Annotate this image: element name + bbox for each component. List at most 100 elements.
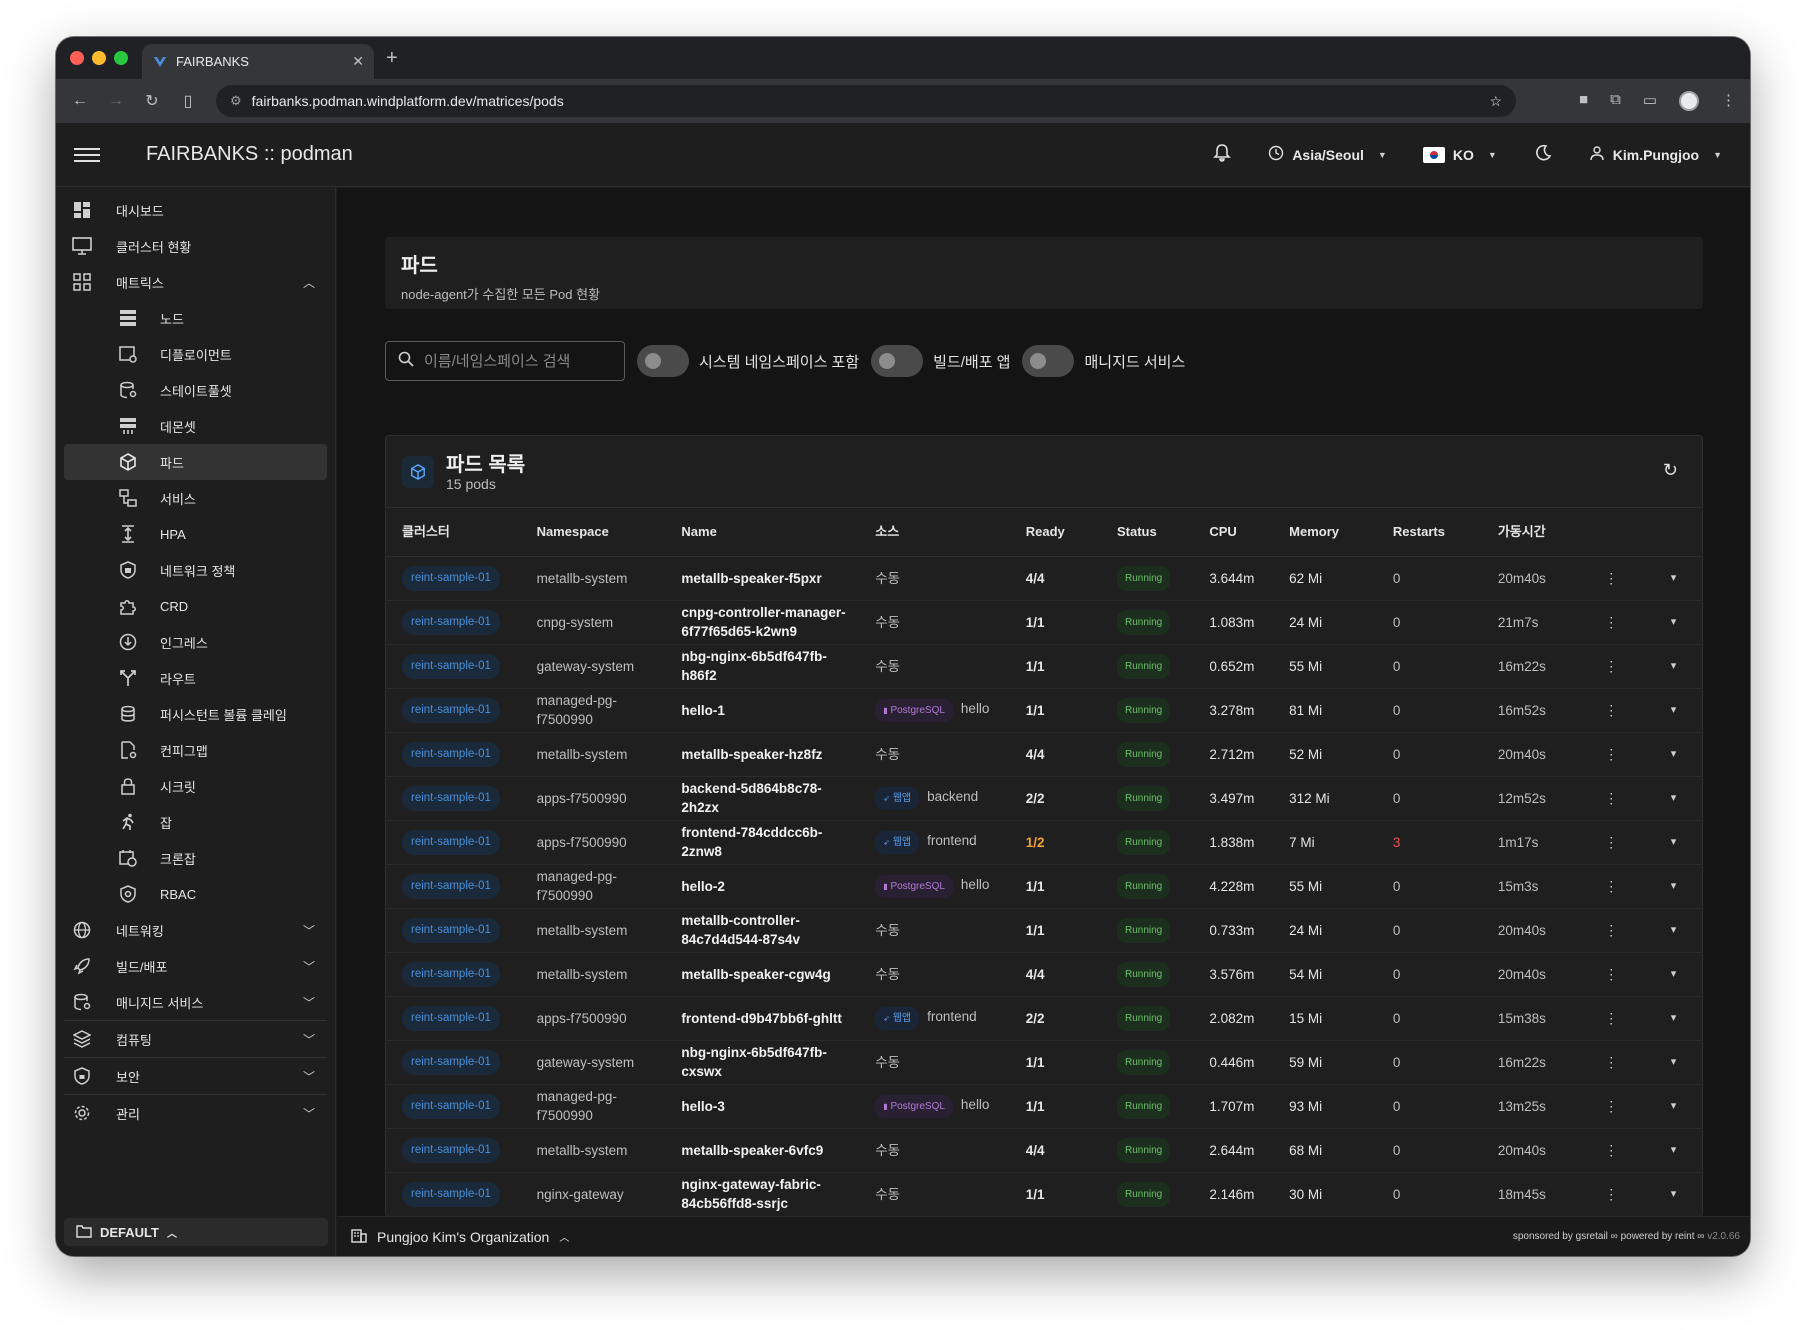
- sidebar-group-security[interactable]: 보안 ﹀: [56, 1058, 335, 1094]
- forward-icon[interactable]: →: [98, 92, 134, 110]
- browser-menu-icon[interactable]: ⋮: [1721, 91, 1736, 111]
- sidebar-item-matrix[interactable]: 매트릭스 ︿: [56, 264, 335, 300]
- maximize-window-button[interactable]: [114, 51, 128, 65]
- extension-icon[interactable]: ■: [1579, 91, 1588, 111]
- col-header-uptime[interactable]: 가동시간: [1481, 508, 1578, 557]
- notification-bell-icon[interactable]: [1212, 143, 1232, 166]
- sidebar-group-computing[interactable]: 컴퓨팅 ﹀: [56, 1021, 335, 1057]
- expand-chevron-icon[interactable]: ▾: [1636, 1040, 1702, 1085]
- sidebar-item-secrets[interactable]: 시크릿: [56, 768, 335, 804]
- expand-chevron-icon[interactable]: ▾: [1636, 952, 1702, 997]
- sidebar-item-ingress[interactable]: 인그레스: [56, 624, 335, 660]
- sidebar-group-build-deploy[interactable]: 빌드/배포 ﹀: [56, 948, 335, 984]
- table-row[interactable]: reint-sample-01 managed-pg-f7500990 hello-…: [386, 688, 1702, 733]
- toggle-managed-services[interactable]: 매니지드 서비스: [1022, 345, 1185, 377]
- table-row[interactable]: reint-sample-01 apps-f7500990 frontend-784…: [386, 820, 1702, 865]
- table-row[interactable]: reint-sample-01 managed-pg-f7500990 hello-…: [386, 1084, 1702, 1129]
- col-header-name[interactable]: Name: [665, 508, 860, 557]
- organization-select[interactable]: Pungjoo Kim's Organization ︿: [351, 1227, 569, 1246]
- table-row[interactable]: reint-sample-01 nginx-gateway nginx-gatewa…: [386, 1172, 1702, 1216]
- col-header-namespace[interactable]: Namespace: [520, 508, 666, 557]
- table-row[interactable]: reint-sample-01 metallb-system metallb-spe…: [386, 1128, 1702, 1173]
- pod-name-cell[interactable]: metallb-speaker-cgw4g: [665, 952, 860, 997]
- more-actions-icon[interactable]: ⋮: [1577, 1084, 1637, 1129]
- col-header-ready[interactable]: Ready: [1009, 508, 1101, 557]
- sidebar-item-deployments[interactable]: 디플로이먼트: [56, 336, 335, 372]
- more-actions-icon[interactable]: ⋮: [1577, 996, 1637, 1041]
- toggle-build-apps[interactable]: 빌드/배포 앱: [871, 345, 1010, 377]
- table-row[interactable]: reint-sample-01 apps-f7500990 frontend-d9b…: [386, 996, 1702, 1041]
- toggle-system-namespace[interactable]: 시스템 네임스페이스 포함: [637, 345, 859, 377]
- cluster-chip[interactable]: reint-sample-01: [402, 873, 500, 899]
- cluster-chip[interactable]: reint-sample-01: [402, 565, 500, 591]
- more-actions-icon[interactable]: ⋮: [1577, 820, 1637, 865]
- table-row[interactable]: reint-sample-01 gateway-system nbg-nginx-6…: [386, 644, 1702, 689]
- new-tab-button[interactable]: +: [386, 47, 398, 70]
- table-row[interactable]: reint-sample-01 metallb-system metallb-spe…: [386, 556, 1702, 601]
- expand-chevron-icon[interactable]: ▾: [1636, 556, 1702, 601]
- table-row[interactable]: reint-sample-01 gateway-system nbg-nginx-6…: [386, 1040, 1702, 1085]
- more-actions-icon[interactable]: ⋮: [1577, 908, 1637, 953]
- sidebar-item-configmaps[interactable]: 컨피그맵: [56, 732, 335, 768]
- sidebar-item-rbac[interactable]: RBAC: [56, 876, 335, 912]
- pod-name-cell[interactable]: frontend-784cddcc6b-2znw8: [665, 820, 860, 865]
- expand-chevron-icon[interactable]: ▾: [1636, 688, 1702, 733]
- cluster-chip[interactable]: reint-sample-01: [402, 609, 500, 635]
- minimize-window-button[interactable]: [92, 51, 106, 65]
- cluster-chip[interactable]: reint-sample-01: [402, 653, 500, 679]
- close-window-button[interactable]: [70, 51, 84, 65]
- expand-chevron-icon[interactable]: ▾: [1636, 600, 1702, 645]
- site-settings-icon[interactable]: ⚙: [230, 93, 242, 109]
- timezone-select[interactable]: Asia/Seoul ▼: [1268, 145, 1387, 164]
- cluster-chip[interactable]: reint-sample-01: [402, 697, 500, 723]
- toggle-switch[interactable]: [871, 345, 924, 377]
- col-header-cluster[interactable]: 클러스터: [386, 508, 521, 557]
- cluster-chip[interactable]: reint-sample-01: [402, 1005, 500, 1031]
- pod-name-cell[interactable]: hello-3: [665, 1084, 860, 1129]
- pod-name-cell[interactable]: metallb-speaker-hz8fz: [665, 732, 860, 777]
- browser-tab[interactable]: FAIRBANKS ✕: [142, 44, 374, 79]
- sidebar-item-services[interactable]: 서비스: [56, 480, 335, 516]
- pod-name-cell[interactable]: nbg-nginx-6b5df647fb-cxswx: [665, 1040, 860, 1085]
- expand-chevron-icon[interactable]: ▾: [1636, 732, 1702, 777]
- expand-chevron-icon[interactable]: ▾: [1636, 864, 1702, 909]
- sidebar-item-cronjobs[interactable]: 크론잡: [56, 840, 335, 876]
- sidebar-group-admin[interactable]: 관리 ﹀: [56, 1095, 335, 1131]
- pod-name-cell[interactable]: backend-5d864b8c78-2h2zx: [665, 776, 860, 821]
- table-row[interactable]: reint-sample-01 metallb-system metallb-con…: [386, 908, 1702, 953]
- sidebar-item-routes[interactable]: 라우트: [56, 660, 335, 696]
- more-actions-icon[interactable]: ⋮: [1577, 732, 1637, 777]
- pod-name-cell[interactable]: hello-1: [665, 688, 860, 733]
- sidebar-group-networking[interactable]: 네트워킹 ﹀: [56, 912, 335, 948]
- expand-chevron-icon[interactable]: ▾: [1636, 820, 1702, 865]
- pod-name-cell[interactable]: hello-2: [665, 864, 860, 909]
- hamburger-menu-icon[interactable]: [74, 144, 100, 166]
- more-actions-icon[interactable]: ⋮: [1577, 688, 1637, 733]
- sidebar-item-hpa[interactable]: HPA: [56, 516, 335, 552]
- user-menu[interactable]: Kim.Pungjoo ▼: [1589, 145, 1722, 164]
- cluster-chip[interactable]: reint-sample-01: [402, 1137, 500, 1163]
- pod-name-cell[interactable]: cnpg-controller-manager-6f77f65d65-k2wn9: [665, 600, 860, 645]
- col-header-status[interactable]: Status: [1100, 508, 1194, 557]
- search-box[interactable]: [385, 341, 625, 381]
- reader-mode-icon[interactable]: ▯: [170, 91, 206, 111]
- sidebar-item-pvc[interactable]: 퍼시스턴트 볼륨 클레임: [56, 696, 335, 732]
- profile-avatar[interactable]: [1679, 91, 1699, 111]
- back-icon[interactable]: ←: [62, 92, 98, 110]
- puzzle-icon[interactable]: ⧉: [1610, 91, 1621, 111]
- more-actions-icon[interactable]: ⋮: [1577, 556, 1637, 601]
- expand-chevron-icon[interactable]: ▾: [1636, 1084, 1702, 1129]
- refresh-icon[interactable]: ↻: [1663, 460, 1678, 481]
- close-tab-icon[interactable]: ✕: [352, 53, 364, 70]
- more-actions-icon[interactable]: ⋮: [1577, 776, 1637, 821]
- sidebar-item-pods[interactable]: 파드: [64, 444, 327, 480]
- sidebar-item-jobs[interactable]: 잡: [56, 804, 335, 840]
- bookmark-star-icon[interactable]: ☆: [1489, 93, 1502, 110]
- table-row[interactable]: reint-sample-01 metallb-system metallb-spe…: [386, 732, 1702, 777]
- cluster-chip[interactable]: reint-sample-01: [402, 741, 500, 767]
- workspace-select[interactable]: DEFAULT ︿: [64, 1218, 328, 1246]
- cluster-chip[interactable]: reint-sample-01: [402, 1093, 500, 1119]
- cluster-chip[interactable]: reint-sample-01: [402, 961, 500, 987]
- pod-name-cell[interactable]: nbg-nginx-6b5df647fb-h86f2: [665, 644, 860, 689]
- col-header-memory[interactable]: Memory: [1273, 508, 1377, 557]
